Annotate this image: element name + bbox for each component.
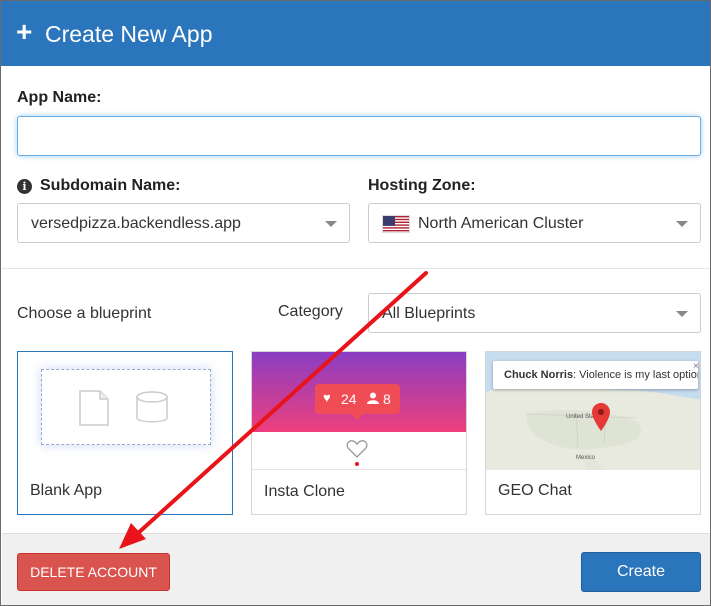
subdomain-value: versedpizza.backendless.app <box>31 215 241 232</box>
popup-name: Chuck Norris <box>504 369 574 381</box>
us-flag-icon <box>382 215 410 233</box>
map-popup: Chuck Norris: Violence is my last option <box>493 361 698 389</box>
insta-icons-row <box>252 432 466 470</box>
chevron-down-icon <box>676 221 688 227</box>
create-button[interactable]: Create <box>581 552 701 592</box>
hosting-zone-value: North American Cluster <box>418 215 584 232</box>
followers-count: 8 <box>383 391 391 407</box>
create-app-dialog: + Create New App App Name: i Subdomain N… <box>0 0 711 606</box>
delete-account-button[interactable]: DELETE ACCOUNT <box>17 553 170 591</box>
blueprint-card-blank-app[interactable]: Blank App <box>17 351 233 515</box>
blueprint-card-label: Blank App <box>30 482 103 499</box>
map-label-mexico: Mexico <box>576 455 596 461</box>
close-icon: × <box>693 361 699 372</box>
geo-chat-map-thumbnail: United States Mexico Chuck Norris: Viole… <box>486 352 700 470</box>
insta-counter-badge: ♥ 24 8 <box>315 384 400 420</box>
subdomain-select[interactable]: versedpizza.backendless.app <box>17 203 350 243</box>
hosting-zone-select[interactable]: North American Cluster <box>368 203 701 243</box>
database-icon <box>136 391 168 423</box>
blueprint-card-insta-clone[interactable]: ♥ 24 8 Insta Clone <box>251 351 467 515</box>
blank-app-thumbnail <box>18 352 232 470</box>
category-label: Category <box>278 303 343 320</box>
likes-count: 24 <box>341 391 357 407</box>
dialog-header: + Create New App <box>1 1 710 66</box>
blueprint-card-label: Insta Clone <box>264 483 345 500</box>
category-value: All Blueprints <box>382 305 476 322</box>
dialog-title: Create New App <box>45 21 213 47</box>
plus-icon: + <box>16 16 33 47</box>
heart-outline-icon <box>346 440 368 458</box>
app-name-input[interactable] <box>17 116 701 156</box>
user-icon <box>367 392 379 404</box>
hosting-zone-label: Hosting Zone: <box>368 177 476 194</box>
subdomain-label: Subdomain Name: <box>40 177 181 194</box>
divider <box>2 268 710 269</box>
chevron-down-icon <box>325 221 337 227</box>
choose-blueprint-label: Choose a blueprint <box>17 305 152 322</box>
heart-icon: ♥ <box>323 390 331 405</box>
blueprint-card-label: GEO Chat <box>498 482 572 499</box>
document-icon <box>79 390 109 426</box>
popup-text: : Violence is my last option <box>573 369 698 381</box>
info-icon: i <box>17 179 32 194</box>
app-name-label: App Name: <box>17 89 102 106</box>
category-select[interactable]: All Blueprints <box>368 293 701 333</box>
chevron-down-icon <box>676 311 688 317</box>
blueprint-card-geo-chat[interactable]: United States Mexico Chuck Norris: Viole… <box>485 351 701 515</box>
map-pin-icon <box>592 403 610 431</box>
